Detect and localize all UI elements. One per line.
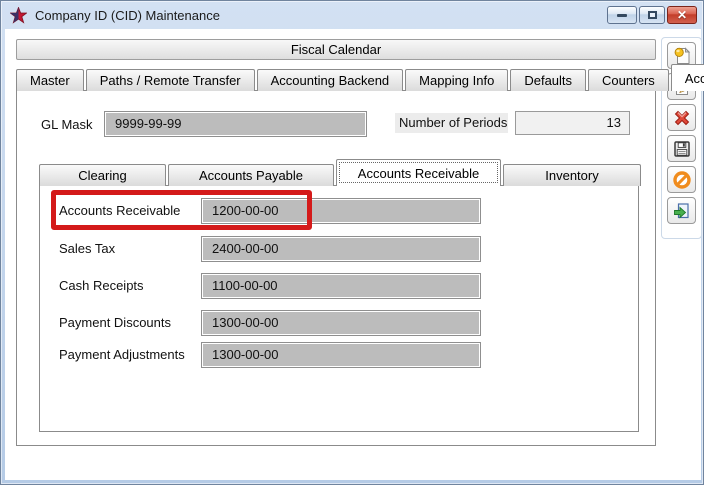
new-record-icon (672, 46, 692, 66)
cancel-icon (672, 170, 692, 190)
payment-adjustments-field[interactable]: 1300-00-00 (201, 342, 481, 368)
payment-discounts-field[interactable]: 1300-00-00 (201, 310, 481, 336)
tab-counters[interactable]: Counters (588, 69, 669, 91)
minimize-button[interactable] (607, 6, 637, 24)
maximize-icon (648, 11, 657, 19)
tab-accounts-payable[interactable]: Accounts Payable (168, 164, 334, 186)
payment-discounts-label: Payment Discounts (59, 315, 171, 330)
outer-tab-bar: Master Paths / Remote Transfer Accountin… (16, 66, 704, 91)
cancel-button[interactable] (667, 166, 696, 193)
tab-paths-remote-transfer[interactable]: Paths / Remote Transfer (86, 69, 255, 91)
cash-receipts-label: Cash Receipts (59, 278, 144, 293)
window: Company ID (CID) Maintenance ✕ Fiscal Ca… (0, 0, 704, 485)
number-of-periods-label: Number of Periods (395, 113, 508, 133)
client-area: Fiscal Calendar (5, 29, 701, 480)
titlebar[interactable]: Company ID (CID) Maintenance ✕ (1, 1, 703, 29)
window-controls: ✕ (607, 6, 697, 24)
save-button[interactable] (667, 135, 696, 162)
delete-record-button[interactable] (667, 104, 696, 131)
close-icon: ✕ (677, 9, 687, 21)
exit-button[interactable] (667, 197, 696, 224)
tab-accounts-receivable[interactable]: Accounts Receivable (336, 159, 501, 186)
accounts-receivable-label: Accounts Receivable (59, 203, 180, 218)
exit-icon (672, 201, 692, 221)
tab-clearing[interactable]: Clearing (39, 164, 166, 186)
save-icon (672, 139, 692, 159)
tab-accounting-backend[interactable]: Accounting Backend (257, 69, 404, 91)
gl-mask-label: GL Mask (41, 117, 93, 132)
tab-inventory[interactable]: Inventory (503, 164, 641, 186)
inner-tab-bar: Clearing Accounts Payable Accounts Recei… (39, 161, 643, 186)
sales-tax-field[interactable]: 2400-00-00 (201, 236, 481, 262)
tab-accounts[interactable]: Accounts (671, 64, 704, 91)
maximize-button[interactable] (639, 6, 665, 24)
number-of-periods-field[interactable]: 13 (515, 111, 630, 135)
tab-master[interactable]: Master (16, 69, 84, 91)
close-button[interactable]: ✕ (667, 6, 697, 24)
tab-mapping-info[interactable]: Mapping Info (405, 69, 508, 91)
gl-mask-field[interactable]: 9999-99-99 (104, 111, 367, 137)
tab-defaults[interactable]: Defaults (510, 69, 586, 91)
sales-tax-label: Sales Tax (59, 241, 115, 256)
payment-adjustments-label: Payment Adjustments (59, 347, 185, 362)
fiscal-calendar-button[interactable]: Fiscal Calendar (16, 39, 656, 60)
cash-receipts-field[interactable]: 1100-00-00 (201, 273, 481, 299)
minimize-icon (617, 14, 627, 17)
delete-record-icon (672, 108, 692, 128)
window-title: Company ID (CID) Maintenance (35, 8, 220, 23)
app-star-icon (10, 7, 27, 24)
accounts-receivable-field[interactable]: 1200-00-00 (201, 198, 481, 224)
